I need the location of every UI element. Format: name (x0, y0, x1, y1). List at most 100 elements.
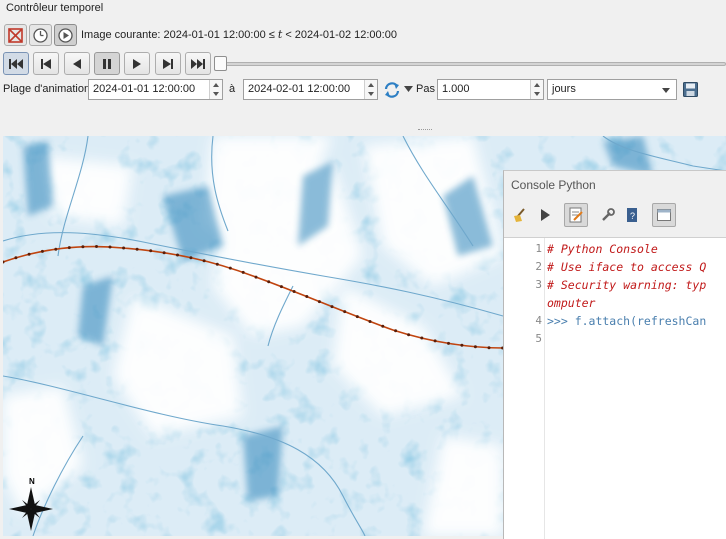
run-command-button[interactable] (533, 203, 557, 227)
track-vertex (228, 266, 232, 270)
animation-range-label: Plage d'animation (3, 83, 91, 95)
track-vertex (394, 329, 398, 333)
options-button[interactable] (596, 203, 620, 227)
track-vertex (108, 245, 112, 249)
animated-icon (58, 27, 73, 43)
range-end-spinner[interactable] (364, 80, 377, 99)
track-vertex (433, 339, 437, 343)
play-forward-button[interactable] (124, 52, 150, 75)
code-line: # Security warning: typ (547, 278, 707, 292)
range-to-label: à (229, 83, 236, 95)
step-spinner[interactable] (530, 80, 543, 99)
play-backward-icon (73, 58, 81, 69)
track-vertex (368, 320, 372, 323)
previous-frame-button[interactable] (33, 52, 59, 75)
toggle-panel-button[interactable] (652, 203, 676, 227)
wrench-icon (602, 208, 615, 221)
skip-to-start-icon (9, 58, 23, 69)
step-input[interactable]: 1.000 (437, 79, 544, 100)
track-vertex (202, 259, 206, 263)
range-end-value: 2024-02-01 12:00:00 (248, 83, 351, 95)
skip-to-end-icon (191, 58, 205, 69)
track-vertex (215, 262, 219, 266)
line-number: 2 (535, 260, 542, 273)
next-frame-icon (163, 58, 173, 69)
time-slider-track[interactable] (218, 62, 726, 66)
code-line: # Python Console (547, 242, 658, 256)
line-number: 5 (535, 332, 542, 345)
line-number: 4 (535, 314, 542, 327)
track-vertex (81, 245, 85, 249)
save-icon (683, 82, 698, 97)
python-console-panel: Console Python ? 1 2 3 4 5 # Python Cons… (503, 170, 726, 539)
track-vertex (420, 336, 424, 340)
disable-temporal-button[interactable] (4, 24, 27, 46)
next-frame-button[interactable] (155, 52, 181, 75)
pause-icon (103, 58, 111, 69)
track-vertex (343, 310, 347, 314)
line-number: 3 (535, 278, 542, 291)
track-vertex (267, 280, 271, 284)
svg-text:?: ? (630, 211, 635, 221)
console-title: Console Python (511, 178, 596, 192)
track-vertex (14, 256, 18, 260)
pause-button[interactable] (94, 52, 120, 75)
code-line: >>> f.attach(refreshCan (547, 314, 707, 328)
fixed-range-button[interactable] (29, 24, 52, 46)
step-label: Pas (416, 83, 435, 95)
track-vertex (40, 249, 44, 253)
range-start-input[interactable]: 2024-01-01 12:00:00 (88, 79, 223, 100)
track-vertex (355, 315, 359, 319)
time-slider-handle[interactable] (214, 56, 227, 71)
broom-icon (514, 208, 525, 222)
animated-mode-button[interactable] (54, 24, 77, 46)
app-root: Contrôleur temporel Image courante: 2024… (0, 0, 726, 539)
help-book-icon: ? (627, 208, 637, 222)
track-vertex (149, 249, 153, 253)
chevron-down-icon (662, 88, 670, 93)
range-menu-dropdown[interactable] (403, 84, 413, 94)
editor-icon (569, 207, 583, 223)
set-range-from-layers-button[interactable] (382, 80, 402, 100)
skip-to-start-button[interactable] (3, 52, 29, 75)
track-vertex (487, 346, 491, 350)
line-number: 1 (535, 242, 542, 255)
track-vertex (135, 247, 139, 251)
play-forward-icon (133, 58, 141, 69)
chevron-down-icon (403, 86, 413, 92)
track-vertex (407, 333, 411, 337)
previous-frame-icon (41, 58, 51, 69)
refresh-icon (384, 82, 400, 98)
current-frame-prefix: Image courante: 2024-01-01 12:00:00 ≤ (81, 29, 278, 41)
play-backward-button[interactable] (64, 52, 90, 75)
clock-icon (33, 27, 48, 43)
track-vertex (381, 324, 385, 328)
track-vertex (305, 295, 309, 298)
step-unit-value: jours (552, 83, 576, 95)
track-vertex (254, 275, 258, 279)
export-animation-button[interactable] (682, 81, 699, 98)
range-end-input[interactable]: 2024-02-01 12:00:00 (243, 79, 378, 100)
track-vertex (162, 251, 166, 255)
track-vertex (95, 245, 98, 248)
step-value: 1.000 (442, 83, 470, 95)
track-vertex (27, 252, 31, 256)
code-line: # Use iface to access Q (547, 260, 707, 274)
help-button[interactable]: ? (621, 203, 645, 227)
track-vertex (241, 270, 245, 274)
track-vertex (279, 285, 283, 289)
track-vertex (54, 247, 58, 251)
run-icon (541, 209, 550, 221)
track-vertex (122, 246, 126, 250)
current-frame-label: Image courante: 2024-01-01 12:00:00 ≤ t … (81, 28, 397, 41)
range-start-spinner[interactable] (209, 80, 222, 99)
console-editor[interactable]: 1 2 3 4 5 # Python Console # Use iface to acc… (504, 237, 726, 539)
console-toolbar: ? (504, 201, 726, 229)
skip-to-end-button[interactable] (185, 52, 211, 75)
panel-splitter[interactable] (418, 129, 432, 132)
step-unit-select[interactable]: jours (547, 79, 677, 100)
show-editor-button[interactable] (564, 203, 588, 227)
track-vertex (460, 343, 464, 347)
clear-console-button[interactable] (508, 203, 532, 227)
current-frame-suffix: < 2024-01-02 12:00:00 (282, 29, 397, 41)
